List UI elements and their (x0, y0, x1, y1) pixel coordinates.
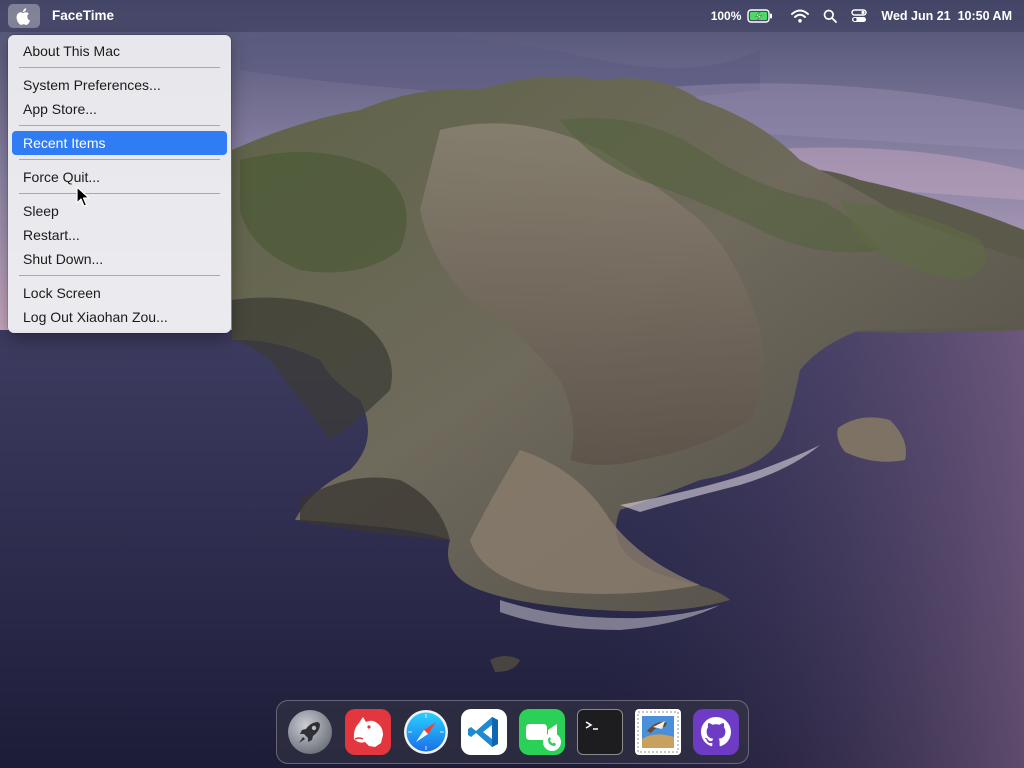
menu-item-app-store[interactable]: App Store... (12, 97, 227, 121)
menu-item-log-out[interactable]: Log Out Xiaohan Zou... (12, 305, 227, 329)
menu-separator (19, 159, 220, 160)
menu-item-recent-items[interactable]: Recent Items (12, 131, 227, 155)
facetime-icon (526, 724, 561, 751)
dock-item-github[interactable] (693, 709, 739, 755)
menu-bar: FaceTime 100% Wed Jun 21 10:50 AM (0, 0, 1024, 32)
menu-item-restart[interactable]: Restart... (12, 223, 227, 247)
dock (276, 700, 749, 764)
apple-dropdown-menu: About This Mac System Preferences... App… (8, 35, 231, 333)
github-icon (701, 717, 731, 747)
battery-percentage: 100% (710, 9, 742, 23)
wifi-icon[interactable] (791, 9, 810, 23)
apple-menu-button[interactable] (8, 4, 40, 28)
menu-item-system-preferences[interactable]: System Preferences... (12, 73, 227, 97)
mail-stamp-icon (637, 711, 679, 753)
dock-item-bear[interactable] (345, 709, 391, 755)
control-center-icon[interactable] (851, 9, 868, 23)
apple-icon (16, 8, 30, 25)
vscode-icon (468, 717, 498, 747)
status-area: 100% Wed Jun 21 10:50 AM (697, 0, 1012, 32)
battery-charging-icon[interactable] (747, 9, 773, 23)
terminal-icon (585, 721, 598, 730)
menu-item-lock-screen[interactable]: Lock Screen (12, 281, 227, 305)
active-app-name[interactable]: FaceTime (52, 8, 114, 23)
menu-item-sleep[interactable]: Sleep (12, 199, 227, 223)
menu-item-shut-down[interactable]: Shut Down... (12, 247, 227, 271)
dock-item-mail[interactable] (635, 709, 681, 755)
search-icon[interactable] (823, 9, 838, 23)
launchpad-icon (288, 710, 332, 754)
mouse-cursor-icon (76, 186, 90, 207)
dock-item-launchpad[interactable] (287, 709, 333, 755)
menubar-clock[interactable]: Wed Jun 21 10:50 AM (881, 9, 1012, 23)
menu-separator (19, 275, 220, 276)
dock-item-terminal[interactable] (577, 709, 623, 755)
menu-separator (19, 193, 220, 194)
dock-item-facetime[interactable] (519, 709, 565, 755)
menu-separator (19, 125, 220, 126)
menu-separator (19, 67, 220, 68)
safari-icon (404, 710, 448, 754)
menu-item-about-this-mac[interactable]: About This Mac (12, 39, 227, 63)
dock-item-vscode[interactable] (461, 709, 507, 755)
dock-item-safari[interactable] (403, 709, 449, 755)
bear-notes-icon (353, 717, 383, 747)
menu-item-force-quit[interactable]: Force Quit... (12, 165, 227, 189)
